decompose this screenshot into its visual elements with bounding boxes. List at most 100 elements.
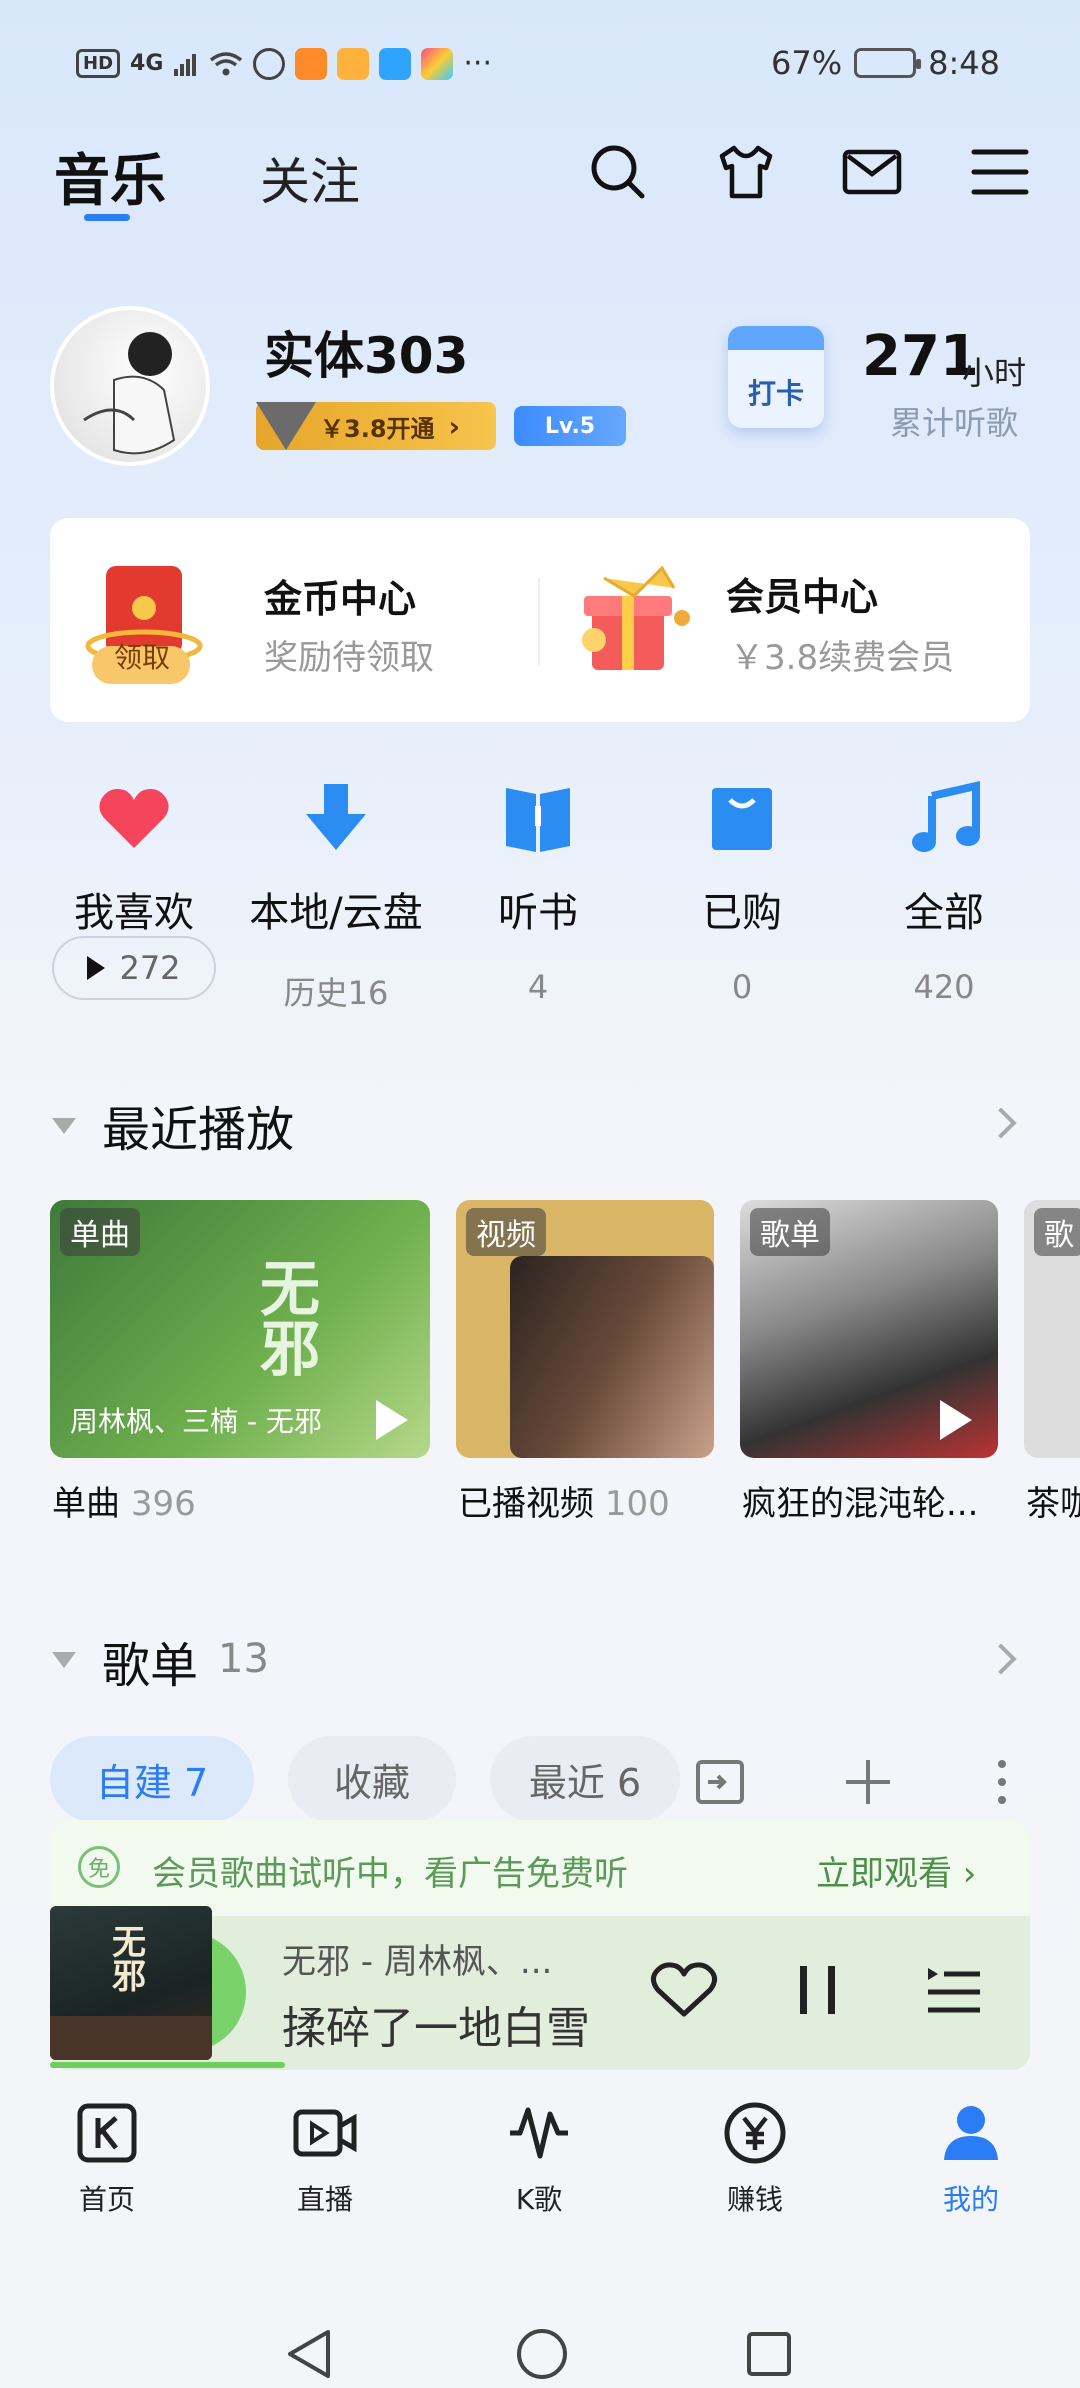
heart-icon — [99, 789, 169, 848]
profile-icon — [944, 2106, 998, 2160]
card-tag: 视频 — [466, 1208, 546, 1256]
collapse-recent-icon[interactable] — [52, 1118, 76, 1134]
caption-count: 100 — [604, 1484, 670, 1524]
home-circle-icon[interactable] — [514, 2326, 570, 2382]
tshirt-icon[interactable] — [714, 140, 778, 204]
nav-karaoke[interactable]: K歌 — [464, 2100, 614, 2218]
karaoke-icon — [510, 2107, 568, 2159]
recent-card-single[interactable]: 单曲 无邪 周林枫、三楠 - 无邪 — [50, 1200, 430, 1458]
vip-open-button[interactable]: ￥3.8开通 › — [256, 402, 496, 450]
shortcut-purchased[interactable]: 已购 0 — [652, 778, 832, 1006]
play-icon — [87, 956, 106, 980]
search-icon[interactable] — [586, 140, 650, 204]
playlists-title: 歌单 — [102, 1638, 199, 1694]
cover-art-ground — [50, 2016, 212, 2060]
card-tag: 单曲 — [60, 1208, 140, 1256]
shortcut-audiobook[interactable]: 听书 4 — [448, 778, 628, 1006]
shortcut-count: 420 — [913, 968, 975, 1006]
ad-banner-text: 会员歌曲试听中，看广告免费听 — [152, 1854, 628, 1894]
nav-home[interactable]: 首页 — [32, 2100, 182, 2218]
battery-icon — [854, 48, 922, 78]
more-options-icon[interactable] — [990, 1756, 1014, 1808]
pause-icon[interactable] — [794, 1960, 842, 2020]
k-home-icon — [77, 2103, 137, 2163]
avatar[interactable] — [50, 306, 210, 466]
playlist-queue-icon[interactable] — [924, 1962, 984, 2018]
more-status-icon: ··· — [463, 46, 492, 81]
nav-profile[interactable]: 我的 — [896, 2100, 1046, 2218]
recent-more-chevron-icon[interactable] — [985, 1107, 1017, 1139]
book-icon — [506, 788, 570, 852]
color-app-icon — [421, 47, 454, 80]
tab-music[interactable]: 音乐 — [54, 136, 166, 217]
play-icon[interactable] — [940, 1400, 972, 1440]
music-note-icon — [912, 780, 980, 852]
vip-center-sub: ￥3.8续费会员 — [730, 638, 955, 678]
yen-icon — [724, 2102, 786, 2164]
shortcut-label: 本地/云盘 — [249, 890, 423, 936]
tab-created[interactable]: 自建 7 — [50, 1736, 254, 1822]
signal-bars-icon — [174, 53, 197, 76]
status-right: 67% 8:48 — [771, 44, 1000, 82]
vip-center-title[interactable]: 会员中心 — [726, 566, 878, 621]
shortcut-all[interactable]: 全部 420 — [854, 778, 1034, 1006]
back-icon[interactable] — [284, 2326, 334, 2382]
tab-collected[interactable]: 收藏 — [288, 1736, 456, 1822]
tab-follow[interactable]: 关注 — [260, 142, 360, 214]
checkin-button[interactable]: 打卡 — [728, 326, 824, 428]
import-icon[interactable] — [694, 1756, 746, 1808]
play-favorites-button[interactable]: 272 — [52, 936, 216, 1000]
coin-center-title[interactable]: 金币中心 — [264, 568, 416, 623]
recent-title: 最近播放 — [102, 1102, 295, 1158]
shortcut-count: 历史16 — [283, 974, 389, 1012]
like-heart-icon[interactable] — [650, 1960, 718, 2020]
menu-icon[interactable] — [968, 140, 1032, 204]
caption-count: 396 — [130, 1484, 196, 1524]
shortcut-favorites[interactable]: 我喜欢 — [44, 778, 224, 938]
shortcut-label: 全部 — [904, 890, 984, 936]
nav-live[interactable]: 直播 — [250, 2100, 400, 2218]
shortcut-count: 4 — [527, 968, 549, 1006]
card-tag: 歌单 — [750, 1208, 830, 1256]
playback-progress[interactable] — [50, 2062, 285, 2068]
shortcut-label: 已购 — [702, 890, 782, 936]
player-song-title: 无邪 - 周林枫、... — [282, 1942, 553, 1982]
player-cover-art[interactable]: 无邪 — [50, 1906, 212, 2060]
tab-recent[interactable]: 最近 6 — [490, 1736, 680, 1822]
nav-label: 我的 — [942, 2183, 999, 2216]
caption-label: 单曲 — [52, 1484, 120, 1524]
gift-box-icon[interactable] — [564, 548, 704, 688]
listen-hours-unit: 小时 — [962, 354, 1027, 392]
recent-card-partial[interactable]: 歌 — [1024, 1200, 1080, 1458]
level-badge[interactable]: Lv.5 — [514, 406, 626, 446]
recent-card-video[interactable]: 视频 — [456, 1200, 714, 1458]
player-lyric: 揉碎了一地白雪 — [282, 2003, 590, 2054]
recents-square-icon[interactable] — [744, 2326, 794, 2382]
collapse-playlists-icon[interactable] — [52, 1652, 76, 1668]
recent-card-playlist[interactable]: 歌单 — [740, 1200, 998, 1458]
nav-earn[interactable]: 赚钱 — [680, 2100, 830, 2218]
clock: 8:48 — [928, 44, 1000, 82]
card-overlay-text: 周林枫、三楠 - 无邪 — [70, 1405, 322, 1438]
mail-icon[interactable] — [840, 140, 904, 204]
wifi-icon — [210, 51, 243, 75]
card-divider — [538, 578, 540, 666]
play-icon[interactable] — [376, 1400, 408, 1440]
recent-caption-playlist: 疯狂的混沌轮... — [742, 1484, 979, 1524]
tab-active-indicator — [84, 214, 130, 221]
listen-hours-label[interactable]: 累计听歌 — [890, 398, 1018, 444]
cover-art-text: 无邪 — [260, 1255, 320, 1385]
cover-art-text: 无邪 — [112, 1923, 146, 1997]
recent-caption-partial: 茶咖 — [1026, 1484, 1080, 1524]
nav-label: K歌 — [515, 2183, 563, 2216]
shortcut-label: 听书 — [498, 890, 578, 936]
watch-now-link[interactable]: 立即观看 › — [816, 1846, 976, 1895]
shortcut-local-cloud[interactable]: 本地/云盘 历史16 — [246, 778, 426, 1014]
app-icon — [337, 47, 370, 80]
battery-percent: 67% — [771, 44, 843, 82]
playlists-more-chevron-icon[interactable] — [985, 1643, 1017, 1675]
live-icon — [293, 2109, 357, 2157]
chat-app-icon — [379, 47, 412, 80]
add-playlist-icon[interactable] — [842, 1756, 894, 1808]
shortcut-label: 我喜欢 — [74, 890, 194, 936]
